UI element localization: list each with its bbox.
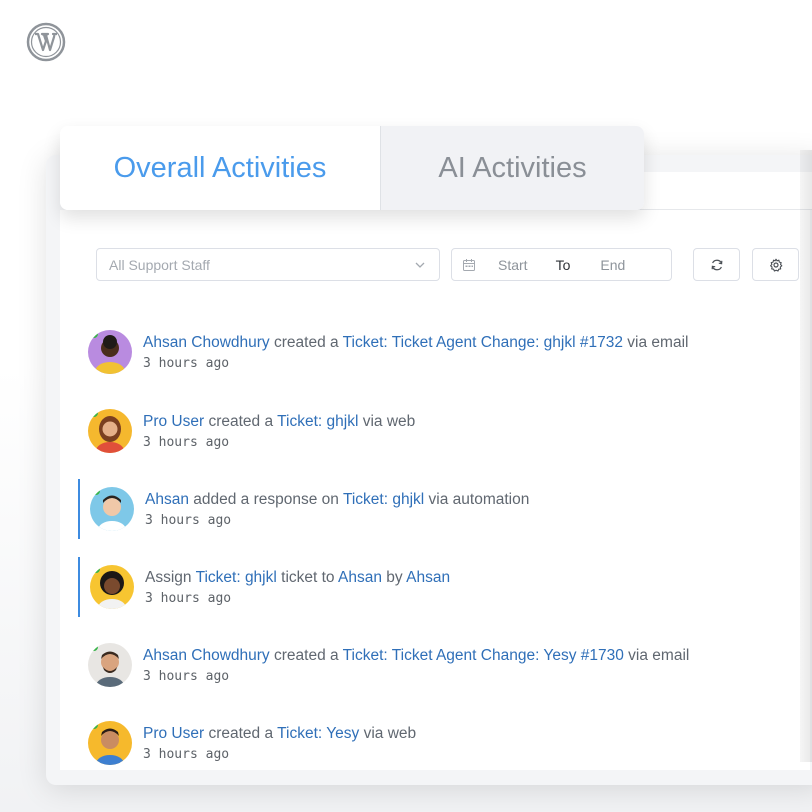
avatar xyxy=(88,409,132,453)
online-status-dot xyxy=(92,487,100,495)
activity-time: 3 hours ago xyxy=(143,669,230,684)
activity-item: Pro User created a Ticket: Yesy via web … xyxy=(86,721,786,781)
activity-text: Ahsan Chowdhury created a Ticket: Ticket… xyxy=(143,647,690,664)
avatar xyxy=(90,487,134,531)
activity-time: 3 hours ago xyxy=(145,591,232,606)
chevron-down-icon xyxy=(415,262,425,268)
avatar xyxy=(88,721,132,765)
activity-item: Ahsan added a response on Ticket: ghjkl … xyxy=(78,479,788,547)
date-range-picker[interactable]: Start To End xyxy=(451,248,672,281)
activity-text: Pro User created a Ticket: Yesy via web xyxy=(143,725,417,742)
support-staff-placeholder: All Support Staff xyxy=(109,256,210,273)
actor-link[interactable]: Ahsan xyxy=(145,491,189,508)
ticket-link[interactable]: Ticket: Ticket Agent Change: Yesy #1730 xyxy=(343,647,624,664)
activity-item: Assign Ticket: ghjkl ticket to Ahsan by … xyxy=(78,557,788,625)
refresh-icon xyxy=(711,259,722,270)
activity-text: Ahsan Chowdhury created a Ticket: Ticket… xyxy=(143,334,689,351)
actor-link[interactable]: Ahsan Chowdhury xyxy=(143,647,270,664)
panel-header-strip xyxy=(640,172,812,210)
avatar xyxy=(90,565,134,609)
date-separator: To xyxy=(555,256,571,273)
activity-text: Assign Ticket: ghjkl ticket to Ahsan by … xyxy=(145,569,451,586)
tab-ai-activities[interactable]: AI Activities xyxy=(380,126,644,210)
support-staff-select[interactable]: All Support Staff xyxy=(96,248,440,281)
online-status-dot xyxy=(90,330,98,338)
ticket-link[interactable]: Ticket: Ticket Agent Change: ghjkl #1732 xyxy=(343,334,623,351)
activity-time: 3 hours ago xyxy=(143,747,230,762)
ticket-link[interactable]: Ticket: ghjkl xyxy=(343,491,424,508)
tab-overall-activities[interactable]: Overall Activities xyxy=(60,126,380,210)
actor-link[interactable]: Ahsan Chowdhury xyxy=(143,334,270,351)
date-end-field[interactable]: End xyxy=(600,257,625,273)
activity-time: 3 hours ago xyxy=(143,356,230,371)
activity-item: Ahsan Chowdhury created a Ticket: Ticket… xyxy=(86,643,786,703)
actor-link[interactable]: Pro User xyxy=(143,725,204,742)
date-start-field[interactable]: Start xyxy=(498,257,528,273)
activity-item: Ahsan Chowdhury created a Ticket: Ticket… xyxy=(86,330,786,390)
gear-icon xyxy=(769,258,782,272)
online-status-dot xyxy=(92,565,100,573)
online-status-dot xyxy=(90,409,98,417)
activity-time: 3 hours ago xyxy=(143,435,230,450)
ticket-link[interactable]: Ticket: ghjkl xyxy=(196,569,277,586)
online-status-dot xyxy=(90,643,98,651)
settings-button[interactable] xyxy=(752,248,799,281)
actor-link[interactable]: Ahsan xyxy=(406,569,450,586)
wordpress-logo-icon xyxy=(26,22,66,62)
activity-text: Pro User created a Ticket: ghjkl via web xyxy=(143,413,416,430)
assignee-link[interactable]: Ahsan xyxy=(338,569,382,586)
online-status-dot xyxy=(90,721,98,729)
activity-text: Ahsan added a response on Ticket: ghjkl … xyxy=(145,491,530,508)
actor-link[interactable]: Pro User xyxy=(143,413,204,430)
ticket-link[interactable]: Ticket: ghjkl xyxy=(277,413,358,430)
avatar xyxy=(88,330,132,374)
activity-tabs: Overall Activities AI Activities xyxy=(60,126,644,210)
calendar-icon xyxy=(463,258,475,271)
activity-time: 3 hours ago xyxy=(145,513,232,528)
ticket-link[interactable]: Ticket: Yesy xyxy=(277,725,359,742)
panel-edge-shadow xyxy=(800,150,812,762)
activity-item: Pro User created a Ticket: ghjkl via web… xyxy=(86,409,786,469)
refresh-button[interactable] xyxy=(693,248,740,281)
avatar xyxy=(88,643,132,687)
